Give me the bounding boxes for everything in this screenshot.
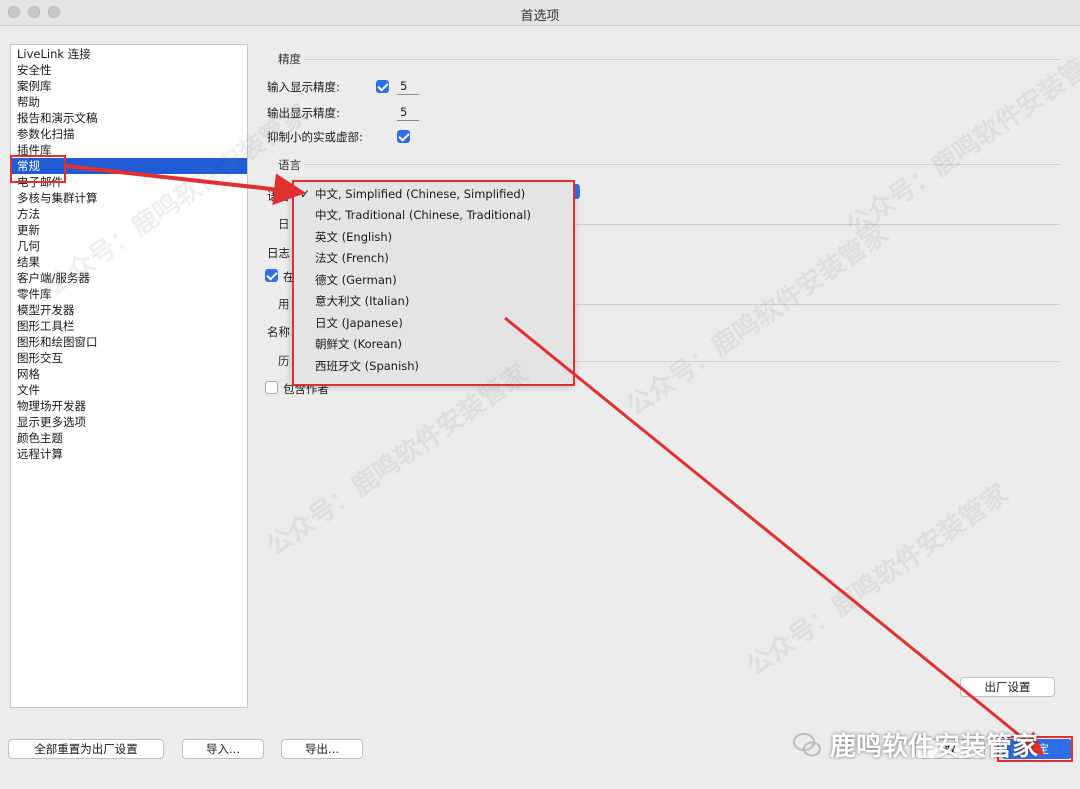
watermark-text: 公众号：鹿鸣软件安装管家 xyxy=(741,478,1014,683)
sidebar-item-part-library[interactable]: 零件库 xyxy=(11,286,247,302)
precision-section-title: 精度 xyxy=(278,52,301,66)
sidebar-item-files[interactable]: 文件 xyxy=(11,382,247,398)
output-precision-field[interactable]: 5 xyxy=(397,105,419,121)
sidebar-item-results[interactable]: 结果 xyxy=(11,254,247,270)
reset-all-button[interactable]: 全部重置为出厂设置 xyxy=(8,739,164,759)
name-label: 名称 xyxy=(267,325,290,339)
factory-settings-button[interactable]: 出厂设置 xyxy=(960,677,1055,697)
sidebar-item-color-theme[interactable]: 颜色主题 xyxy=(11,430,247,446)
suppress-small-checkbox[interactable] xyxy=(397,130,410,143)
sidebar-item-graphics-toolbar[interactable]: 图形工具栏 xyxy=(11,318,247,334)
input-precision-field[interactable]: 5 xyxy=(397,79,419,95)
preferences-sidebar: LiveLink 连接 安全性 案例库 帮助 报告和演示文稿 参数化扫描 插件库… xyxy=(10,44,248,708)
log-section-title: 日 xyxy=(278,217,290,231)
wechat-icon xyxy=(793,732,821,756)
watermark-text: 公众号：鹿鸣软件安装管家 xyxy=(621,218,894,423)
sidebar-item-methods[interactable]: 方法 xyxy=(11,206,247,222)
sidebar-item-physics-builder[interactable]: 物理场开发器 xyxy=(11,398,247,414)
precision-divider xyxy=(304,59,1060,60)
brand-text: 鹿鸣软件安装管家 xyxy=(830,732,1039,762)
sidebar-item-geometry[interactable]: 几何 xyxy=(11,238,247,254)
annotation-highlight-general xyxy=(10,155,66,183)
brand-watermark: 鹿鸣软件安装管家 xyxy=(792,726,1038,763)
sidebar-item-case-library[interactable]: 案例库 xyxy=(11,78,247,94)
language-divider xyxy=(304,164,1060,165)
log-checkbox[interactable] xyxy=(265,269,278,282)
sidebar-item-show-more-options[interactable]: 显示更多选项 xyxy=(11,414,247,430)
sidebar-item-reports[interactable]: 报告和演示文稿 xyxy=(11,110,247,126)
sidebar-item-mesh[interactable]: 网格 xyxy=(11,366,247,382)
sidebar-item-model-builder[interactable]: 模型开发器 xyxy=(11,302,247,318)
window-title: 首选项 xyxy=(520,9,560,24)
input-precision-checkbox[interactable] xyxy=(376,80,389,93)
user-section-title: 用 xyxy=(278,297,290,311)
language-field-label: 语言 xyxy=(267,189,290,203)
sidebar-item-graphics-interaction[interactable]: 图形交互 xyxy=(11,350,247,366)
watermark-text: 公众号：鹿鸣软件安装管家 xyxy=(841,38,1080,243)
sidebar-item-client-server[interactable]: 客户端/服务器 xyxy=(11,270,247,286)
export-button[interactable]: 导出... xyxy=(281,739,363,759)
sidebar-item-parametric-sweep[interactable]: 参数化扫描 xyxy=(11,126,247,142)
user-divider xyxy=(575,304,1060,305)
sidebar-item-livelink[interactable]: LiveLink 连接 xyxy=(11,46,247,62)
log-label: 日志 xyxy=(267,246,290,260)
suppress-small-label: 抑制小的实或虚部: xyxy=(267,130,363,144)
include-author-checkbox[interactable] xyxy=(265,381,278,394)
sidebar-item-security[interactable]: 安全性 xyxy=(11,62,247,78)
log-divider xyxy=(575,224,1060,225)
history-divider xyxy=(575,361,1060,362)
import-button[interactable]: 导入... xyxy=(182,739,264,759)
output-precision-label: 输出显示精度: xyxy=(267,106,340,120)
sidebar-item-help[interactable]: 帮助 xyxy=(11,94,247,110)
input-precision-label: 输入显示精度: xyxy=(267,80,340,94)
annotation-highlight-dropdown xyxy=(292,180,575,386)
sidebar-item-multicore-cluster[interactable]: 多核与集群计算 xyxy=(11,190,247,206)
sidebar-item-updates[interactable]: 更新 xyxy=(11,222,247,238)
sidebar-item-graphics-plot-windows[interactable]: 图形和绘图窗口 xyxy=(11,334,247,350)
title-bar: 首选项 xyxy=(0,0,1080,26)
sidebar-item-remote-computing[interactable]: 远程计算 xyxy=(11,446,247,462)
history-section-title: 历 xyxy=(278,354,290,368)
language-section-title: 语言 xyxy=(278,158,301,172)
